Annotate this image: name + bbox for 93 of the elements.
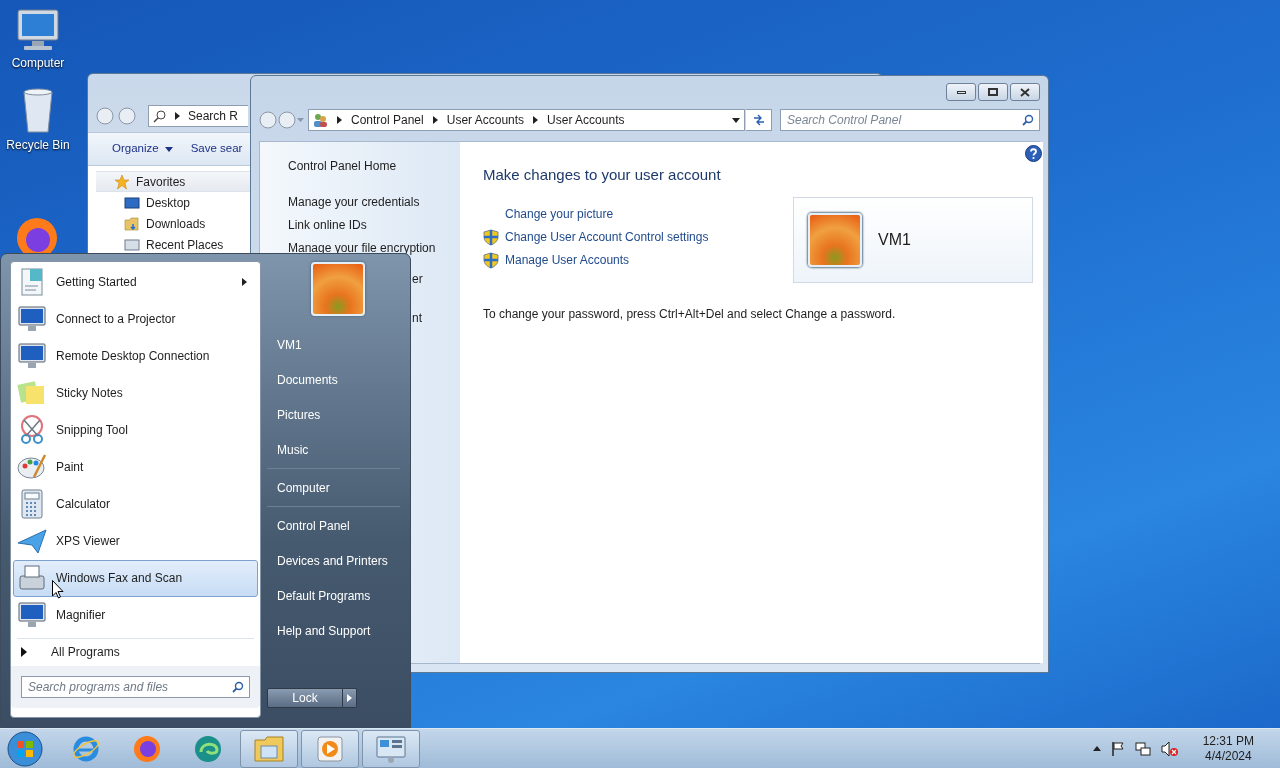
minimize-button[interactable] [946,83,976,101]
desktop-icon [124,195,140,210]
start-menu-link[interactable]: Computer [267,470,400,505]
program-item[interactable]: Calculator [13,485,258,523]
start-menu-link[interactable]: VM1 [267,327,400,362]
arrow-right-icon [347,694,352,702]
lock-button[interactable]: Lock [267,688,343,708]
windows-logo-icon [7,730,43,767]
chevron-icon [432,116,438,124]
user-picture [310,262,365,316]
sidebar-link[interactable]: er [412,270,460,288]
toolbar-button[interactable]: Save sear [190,140,243,158]
shield-icon [483,228,499,246]
play-button-icon [316,734,344,763]
user-picture [808,213,862,267]
speaker-muted-icon[interactable] [1160,740,1179,757]
program-item[interactable]: Magnifier [13,596,258,634]
task-link[interactable]: Change your picture [505,205,614,223]
search-icon [232,681,244,694]
nav-item[interactable]: Recent Places [96,234,250,255]
computer-icon [14,8,62,52]
task-link[interactable]: Manage User Accounts [505,251,630,269]
desktop-icon-label[interactable]: Computer [11,54,65,72]
caret-icon [164,146,173,152]
program-item[interactable]: Connect to a Projector [13,300,258,338]
caret-icon [297,118,304,122]
caret-icon [732,117,740,123]
password-note: To change your password, press Ctrl+Alt+Del and select Change a password. [483,306,897,323]
start-menu-link[interactable]: Devices and Printers [267,543,400,578]
sidebar-link[interactable]: nt [412,309,460,327]
program-item[interactable]: XPS Viewer [13,522,258,560]
control-panel-icon [375,733,407,764]
users-icon [312,112,328,128]
nav-item[interactable]: Desktop [96,192,250,213]
address-bar[interactable]: Search R [148,105,248,127]
task-link[interactable]: Change User Account Control settings [505,228,709,246]
start-menu-link[interactable]: Music [267,432,400,467]
search-icon [1022,114,1034,126]
address-bar[interactable]: Control Panel User Accounts User Accounts [308,109,745,131]
refresh-arrows-icon [751,114,766,126]
power-options-button[interactable] [343,688,357,708]
close-icon [1020,87,1030,97]
caret-up-icon[interactable] [1092,746,1101,751]
page-heading: Make changes to your user account [483,165,722,185]
mouse-cursor-icon [52,580,64,599]
breadcrumb-item[interactable]: User Accounts [446,111,525,129]
chevron-icon [337,116,342,124]
sidebar-link[interactable]: Link online IDs [288,216,460,239]
search-icon [153,109,167,123]
chevron-icon [533,116,539,124]
search-field[interactable]: Search Control Panel [780,109,1040,131]
user-name: VM1 [878,230,911,250]
start-menu-link[interactable]: Documents [267,362,400,397]
all-programs-button[interactable]: All Programs [13,638,258,667]
flag-icon[interactable] [1110,740,1125,757]
start-menu-link[interactable]: Default Programs [267,578,400,613]
toolbar-button[interactable]: Organize [112,140,173,158]
program-item[interactable]: Sticky Notes [13,374,258,412]
start-menu-link[interactable]: Control Panel [267,508,400,543]
clock-time[interactable]: 12:31 PM [1202,733,1254,749]
start-menu-link[interactable]: Pictures [267,397,400,432]
folder-icon [253,733,285,764]
close-button[interactable] [1010,83,1040,101]
sidebar-link[interactable]: Control Panel Home [288,157,460,180]
taskbar-button[interactable] [301,729,359,768]
breadcrumb-item[interactable]: Control Panel [351,111,424,129]
address-text: Search R [188,108,239,125]
submenu-arrow-icon [242,277,247,286]
taskbar-button[interactable] [362,729,420,768]
program-item[interactable]: Windows Fax and Scan [13,559,258,597]
fox-globe-icon [132,733,162,764]
help-icon[interactable] [1025,145,1042,162]
start-menu-link[interactable]: Help and Support [267,613,400,648]
network-icon[interactable] [1134,740,1151,757]
program-item[interactable]: Getting Started [13,263,258,301]
restore-button[interactable] [978,83,1008,101]
swirl-logo-icon [193,733,223,764]
clock-date[interactable]: 4/4/2024 [1204,748,1252,764]
sidebar-link[interactable]: Manage your credentials [288,193,460,216]
shield-icon [483,251,499,269]
arrow-right-icon [21,647,27,658]
program-item[interactable]: Remote Desktop Connection [13,337,258,375]
chevron-icon [175,112,180,120]
search-field[interactable]: Search programs and files [21,676,250,699]
nav-item[interactable]: Favorites [96,171,250,192]
desktop-icon-label[interactable]: Recycle Bin [6,136,70,154]
program-item[interactable]: Paint [13,448,258,486]
refresh-button[interactable] [746,109,772,131]
nav-item[interactable]: Downloads [96,213,250,234]
folder-icon [124,215,140,232]
program-item[interactable]: Snipping Tool [13,411,258,449]
breadcrumb-item[interactable]: User Accounts [547,111,625,129]
star-icon [114,173,130,190]
